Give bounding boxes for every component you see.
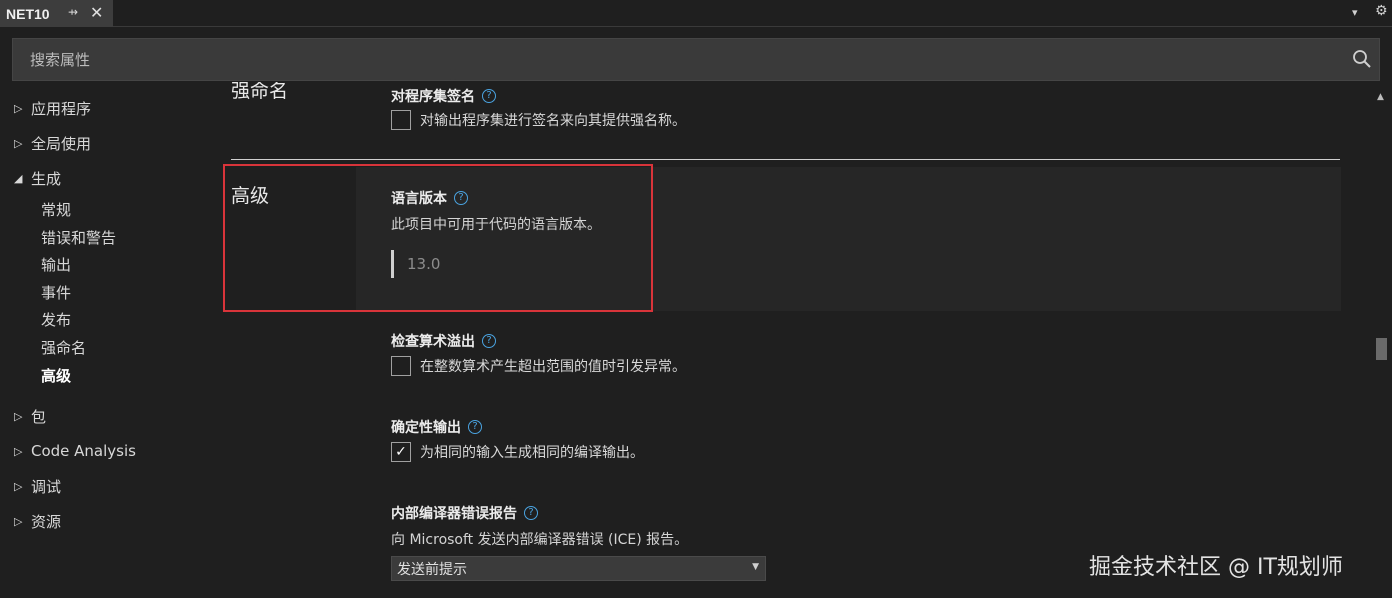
property-title-text: 对程序集签名 bbox=[391, 89, 475, 105]
help-icon[interactable]: ? bbox=[454, 191, 468, 205]
section-heading-strong-name: 强命名 bbox=[231, 82, 289, 102]
help-icon[interactable]: ? bbox=[468, 420, 482, 434]
checkbox-row-deterministic[interactable]: ✓ 为相同的输入生成相同的编译输出。 bbox=[391, 442, 644, 462]
document-tab-strip: NET10 ⇸ ✕ ▾ ⚙ bbox=[0, 0, 1392, 27]
property-title-text: 内部编译器错误报告 bbox=[391, 506, 517, 522]
checkbox-sign-assembly[interactable] bbox=[391, 110, 411, 130]
search-bar bbox=[12, 38, 1380, 81]
sidebar-item-label: 资源 bbox=[31, 512, 62, 531]
search-icon[interactable] bbox=[1352, 49, 1372, 69]
property-desc-ice-report: 向 Microsoft 发送内部编译器错误 (ICE) 报告。 bbox=[391, 532, 689, 548]
sidebar-item-label: 生成 bbox=[31, 169, 62, 188]
search-input[interactable] bbox=[13, 39, 1333, 80]
section-heading-advanced: 高级 bbox=[231, 185, 270, 207]
gear-icon[interactable]: ⚙ bbox=[1375, 3, 1388, 19]
sidebar-item-label: Code Analysis bbox=[31, 442, 136, 460]
dropdown-selected-value: 发送前提示 bbox=[397, 561, 467, 578]
checkbox-label: 为相同的输入生成相同的编译输出。 bbox=[420, 445, 644, 461]
expand-arrow-icon[interactable]: ▷ bbox=[14, 445, 22, 458]
sidebar-item-label: 包 bbox=[31, 407, 47, 426]
checkbox-label: 在整数算术产生超出范围的值时引发异常。 bbox=[420, 359, 686, 375]
scroll-thumb[interactable] bbox=[1376, 338, 1387, 360]
lang-version-field: 13.0 bbox=[391, 249, 440, 279]
property-title-lang-version: 语言版本 ? bbox=[391, 188, 468, 208]
vertical-scrollbar[interactable]: ▲ bbox=[1372, 92, 1392, 598]
sidebar-item-label: 应用程序 bbox=[31, 99, 92, 118]
lang-version-value: 13.0 bbox=[407, 255, 441, 273]
tab-title: NET10 bbox=[6, 5, 50, 22]
checkbox-deterministic[interactable]: ✓ bbox=[391, 442, 411, 462]
property-title-text: 检查算术溢出 bbox=[391, 334, 475, 350]
highlight-box bbox=[223, 164, 653, 312]
help-icon[interactable]: ? bbox=[482, 334, 496, 348]
property-title-text: 语言版本 bbox=[391, 191, 447, 207]
sidebar-item-label: 全局使用 bbox=[31, 134, 92, 153]
sidebar-subitem-output[interactable]: 输出 bbox=[41, 253, 71, 275]
chevron-down-icon[interactable]: ▾ bbox=[1352, 6, 1358, 19]
tab-net10[interactable]: NET10 ⇸ ✕ bbox=[0, 0, 113, 27]
property-title-sign-assembly: 对程序集签名 ? bbox=[391, 86, 496, 106]
ice-report-dropdown[interactable]: 发送前提示 ▼ bbox=[391, 556, 766, 581]
help-icon[interactable]: ? bbox=[524, 506, 538, 520]
expand-arrow-icon[interactable]: ▷ bbox=[14, 515, 22, 528]
expand-arrow-icon[interactable]: ▷ bbox=[14, 137, 22, 150]
property-title-text: 确定性输出 bbox=[391, 420, 461, 436]
expand-arrow-icon[interactable]: ▷ bbox=[14, 410, 22, 423]
dropdown-arrow-icon[interactable]: ▼ bbox=[752, 562, 759, 572]
sidebar-item-label: 调试 bbox=[31, 477, 62, 496]
property-title-deterministic: 确定性输出 ? bbox=[391, 417, 482, 437]
expand-arrow-icon[interactable]: ▷ bbox=[14, 480, 22, 493]
help-icon[interactable]: ? bbox=[482, 89, 496, 103]
property-title-check-overflow: 检查算术溢出 ? bbox=[391, 331, 496, 351]
sidebar-subitem-advanced[interactable]: 高级 bbox=[41, 364, 71, 386]
collapse-arrow-icon[interactable]: ◢ bbox=[14, 172, 22, 185]
sidebar-subitem-events[interactable]: 事件 bbox=[41, 281, 71, 303]
scroll-up-icon[interactable]: ▲ bbox=[1377, 92, 1384, 102]
checkbox-check-overflow[interactable] bbox=[391, 356, 411, 376]
checkbox-row-sign-assembly[interactable]: 对输出程序集进行签名来向其提供强名称。 bbox=[391, 110, 686, 130]
checkbox-label: 对输出程序集进行签名来向其提供强名称。 bbox=[420, 113, 686, 129]
section-divider bbox=[231, 159, 1340, 160]
property-panel: 强命名 对程序集签名 ? 对输出程序集进行签名来向其提供强名称。 高级 语言版本… bbox=[222, 82, 1370, 598]
watermark: 掘金技术社区 @ IT规划师 bbox=[1089, 555, 1343, 580]
sidebar-subitem-general[interactable]: 常规 bbox=[41, 198, 71, 220]
close-icon[interactable]: ✕ bbox=[90, 3, 103, 22]
sidebar-subitem-publish[interactable]: 发布 bbox=[41, 308, 71, 330]
property-desc-lang-version: 此项目中可用于代码的语言版本。 bbox=[391, 217, 601, 233]
field-indicator bbox=[391, 250, 394, 278]
sidebar-subitem-errors-warnings[interactable]: 错误和警告 bbox=[41, 226, 116, 248]
property-title-ice-report: 内部编译器错误报告 ? bbox=[391, 503, 538, 523]
checkbox-row-check-overflow[interactable]: 在整数算术产生超出范围的值时引发异常。 bbox=[391, 356, 686, 376]
sidebar-subitem-strong-name[interactable]: 强命名 bbox=[41, 336, 86, 358]
pin-icon[interactable]: ⇸ bbox=[68, 5, 78, 19]
expand-arrow-icon[interactable]: ▷ bbox=[14, 102, 22, 115]
